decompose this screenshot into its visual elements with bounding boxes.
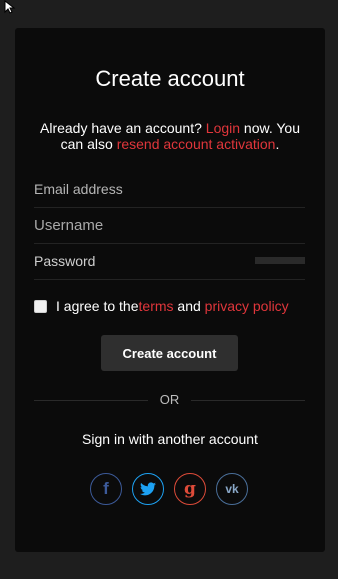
twitter-icon [140, 482, 156, 496]
or-divider: OR [34, 390, 305, 410]
page-title: Create account [95, 66, 245, 91]
agree-prefix: I agree to the [56, 298, 139, 314]
facebook-icon: f [103, 479, 109, 498]
vk-icon: vk [225, 482, 239, 496]
intro-text: Already have an account? Login now. You … [33, 120, 307, 152]
username-field[interactable]: Username [34, 207, 305, 244]
divider-line-right [191, 400, 305, 401]
social-buttons: f g vk [90, 473, 250, 507]
password-strength-bar [255, 257, 305, 264]
terms-link[interactable]: terms [139, 298, 174, 314]
facebook-button[interactable]: f [90, 473, 122, 505]
agree-row: I agree to the terms and privacy policy [34, 298, 289, 314]
email-field[interactable]: Email address [34, 171, 305, 208]
agree-middle: and [173, 298, 205, 314]
password-field[interactable]: Password [34, 243, 305, 280]
username-placeholder: Username [34, 217, 104, 234]
intro-suffix: . [275, 136, 280, 152]
google-icon: g [184, 479, 196, 499]
mouse-cursor-icon [4, 0, 16, 14]
twitter-button[interactable] [132, 473, 164, 505]
login-link[interactable]: Login [206, 120, 240, 136]
password-placeholder: Password [34, 253, 96, 269]
email-placeholder: Email address [34, 181, 123, 197]
social-heading: Sign in with another account [82, 431, 258, 447]
google-button[interactable]: g [174, 473, 206, 505]
intro-prefix: Already have an account? [40, 120, 206, 136]
resend-activation-link[interactable]: resend account activation [117, 136, 276, 152]
agree-checkbox[interactable] [34, 299, 47, 313]
create-account-button[interactable]: Create account [101, 335, 238, 371]
create-account-card: Create account Already have an account? … [15, 28, 325, 552]
vk-button[interactable]: vk [216, 473, 248, 505]
privacy-policy-link[interactable]: privacy policy [205, 298, 289, 314]
